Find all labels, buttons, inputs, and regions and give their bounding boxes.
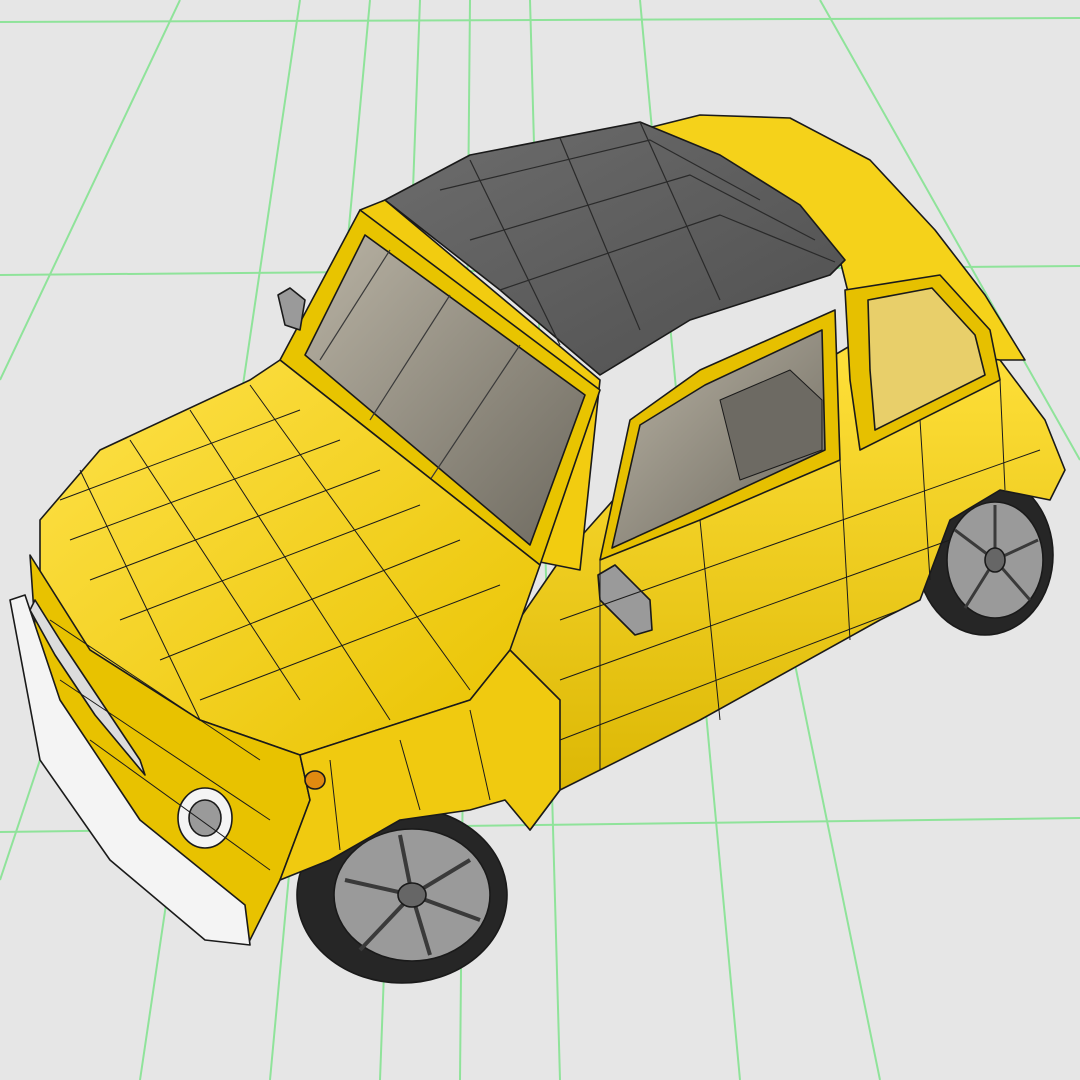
viewport-canvas (0, 0, 1080, 1080)
3d-viewport[interactable] (0, 0, 1080, 1080)
car-model[interactable] (9, 114, 1066, 984)
turn-indicator (304, 770, 326, 790)
headlight (177, 787, 233, 849)
left-mirror (277, 287, 306, 331)
